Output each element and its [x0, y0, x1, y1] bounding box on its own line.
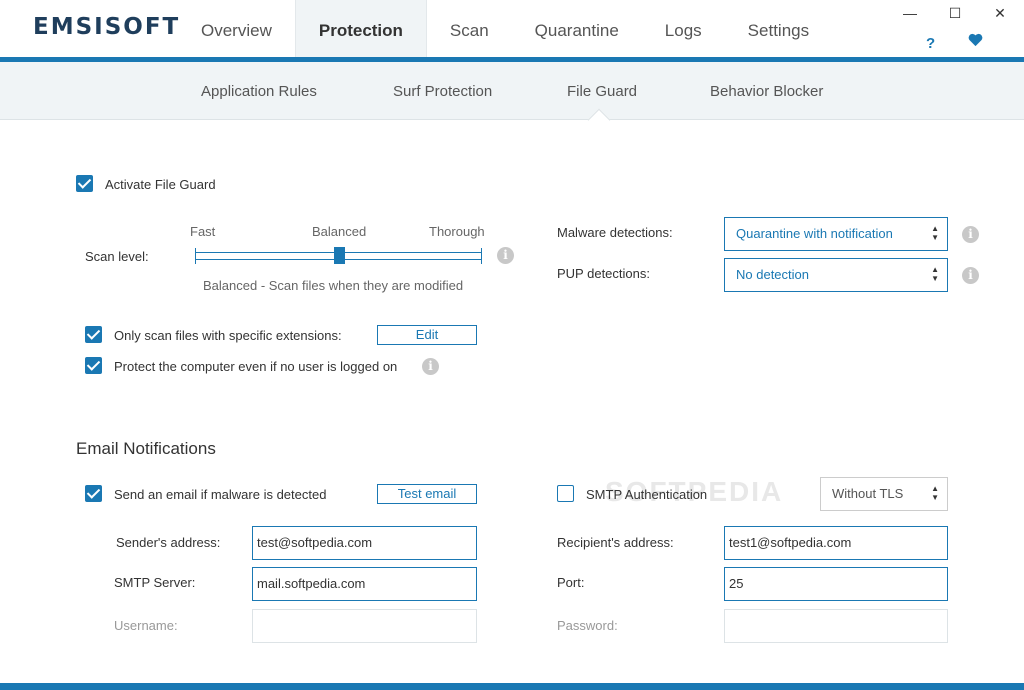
username-label: Username:	[114, 618, 178, 633]
send-email-label: Send an email if malware is detected	[114, 487, 327, 502]
smtp-server-input[interactable]: mail.softpedia.com	[252, 567, 477, 601]
app-header: EMSISOFT Overview Protection Scan Quaran…	[0, 0, 1024, 62]
select-arrows-icon: ▲ ▼	[931, 484, 939, 502]
help-icon[interactable]: ?	[926, 35, 935, 52]
smtp-auth-label: SMTP Authentication	[586, 487, 708, 502]
subtab-application-rules[interactable]: Application Rules	[201, 83, 317, 100]
scan-level-fast: Fast	[190, 224, 216, 239]
pup-detections-label: PUP detections:	[557, 266, 650, 281]
send-email-checkbox[interactable]	[85, 485, 102, 502]
port-label: Port:	[557, 575, 585, 590]
only-scan-extensions-label: Only scan files with specific extensions…	[114, 328, 342, 343]
maximize-button[interactable]: ☐	[944, 5, 966, 22]
password-label: Password:	[557, 618, 618, 633]
protect-info-icon[interactable]: i	[422, 358, 439, 375]
subtab-surf-protection[interactable]: Surf Protection	[393, 83, 492, 100]
scan-level-label: Scan level:	[85, 249, 149, 264]
smtp-auth-checkbox[interactable]	[557, 485, 574, 502]
tab-settings[interactable]: Settings	[725, 0, 832, 62]
recipient-address-label: Recipient's address:	[557, 535, 674, 550]
username-input[interactable]	[252, 609, 477, 643]
edit-extensions-button[interactable]: Edit	[377, 325, 477, 345]
scan-level-slider-thumb[interactable]	[333, 247, 345, 264]
subtab-behavior-blocker[interactable]: Behavior Blocker	[710, 83, 823, 100]
slider-start-cap	[195, 248, 196, 264]
tab-logs[interactable]: Logs	[642, 0, 725, 62]
scan-level-balanced: Balanced	[312, 224, 367, 239]
close-button[interactable]: ✕	[989, 5, 1011, 22]
malware-detections-label: Malware detections:	[557, 225, 673, 240]
activate-file-guard-checkbox[interactable]	[76, 175, 93, 192]
password-input[interactable]	[724, 609, 948, 643]
tab-scan[interactable]: Scan	[427, 0, 512, 62]
pup-detections-value: No detection	[736, 267, 809, 282]
tls-select[interactable]: Without TLS ▲ ▼	[820, 477, 948, 511]
port-input[interactable]: 25	[724, 567, 948, 601]
slider-end-cap	[481, 248, 482, 264]
test-email-button[interactable]: Test email	[377, 484, 477, 504]
malware-info-icon[interactable]: i	[962, 226, 979, 243]
sender-address-label: Sender's address:	[116, 535, 221, 550]
protect-no-user-checkbox[interactable]	[85, 357, 102, 374]
tab-protection[interactable]: Protection	[294, 0, 427, 61]
tab-quarantine[interactable]: Quarantine	[512, 0, 642, 62]
protect-no-user-label: Protect the computer even if no user is …	[114, 359, 398, 374]
sub-nav: Application Rules Surf Protection File G…	[0, 62, 1024, 120]
pup-detections-select[interactable]: No detection ▲ ▼	[724, 258, 948, 292]
heart-icon[interactable]	[968, 33, 983, 52]
footer-accent-bar	[0, 683, 1024, 690]
scan-level-thorough: Thorough	[429, 224, 485, 239]
recipient-address-input[interactable]: test1@softpedia.com	[724, 526, 948, 560]
subtab-file-guard[interactable]: File Guard	[567, 83, 637, 100]
heart-icon-svg	[968, 33, 983, 47]
smtp-server-label: SMTP Server:	[114, 575, 196, 590]
only-scan-extensions-checkbox[interactable]	[85, 326, 102, 343]
email-notifications-title: Email Notifications	[76, 439, 216, 458]
select-arrows-icon: ▲ ▼	[931, 224, 939, 242]
scan-level-description: Balanced - Scan files when they are modi…	[203, 278, 464, 293]
malware-detections-select[interactable]: Quarantine with notification ▲ ▼	[724, 217, 948, 251]
pup-info-icon[interactable]: i	[962, 267, 979, 284]
minimize-button[interactable]: —	[899, 5, 921, 21]
tls-value: Without TLS	[832, 486, 904, 501]
scan-level-info-icon[interactable]: i	[497, 247, 514, 264]
select-arrows-icon: ▲ ▼	[931, 265, 939, 283]
main-nav: Overview Protection Scan Quarantine Logs…	[178, 0, 832, 62]
sender-address-input[interactable]: test@softpedia.com	[252, 526, 477, 560]
malware-detections-value: Quarantine with notification	[736, 226, 893, 241]
emsisoft-logo: EMSISOFT	[33, 14, 181, 40]
activate-file-guard-label: Activate File Guard	[105, 177, 216, 192]
tab-overview[interactable]: Overview	[178, 0, 295, 62]
